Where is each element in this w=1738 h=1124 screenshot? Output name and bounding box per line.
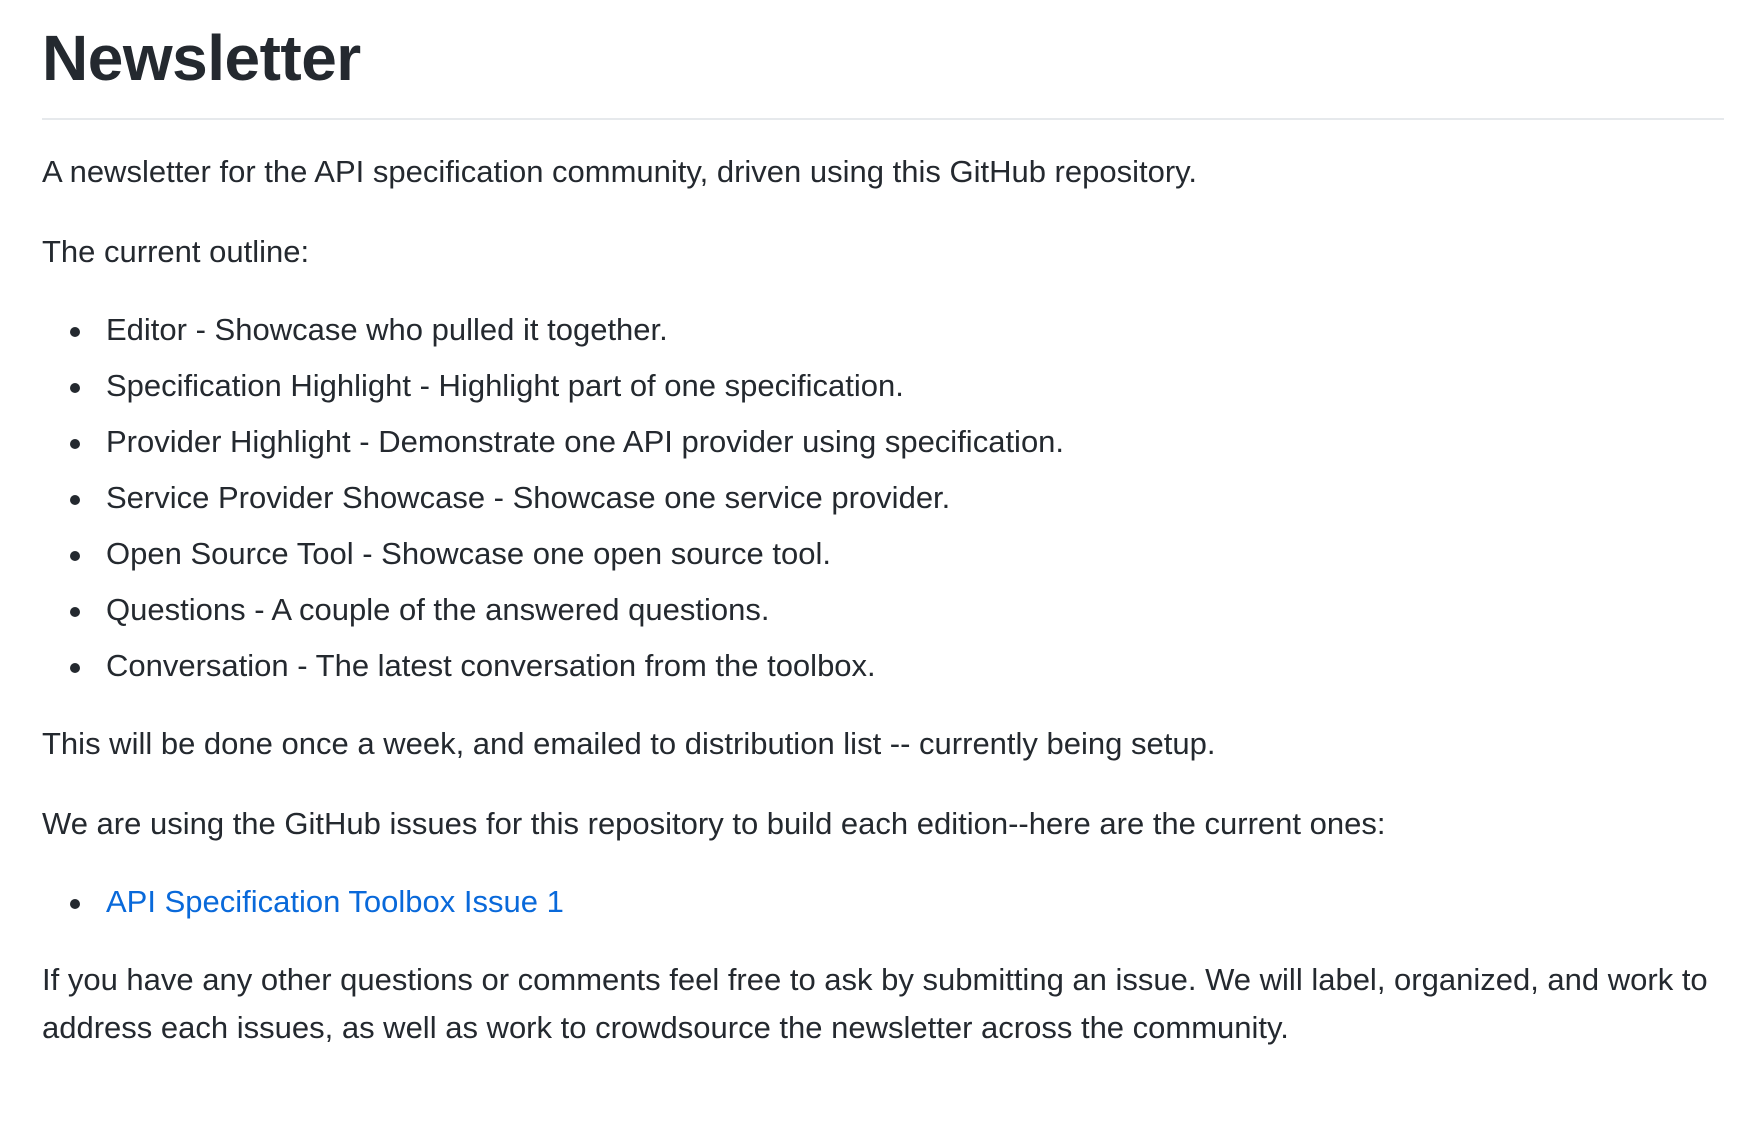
outline-heading: The current outline: <box>42 234 310 269</box>
schedule-paragraph: This will be done once a week, and email… <box>42 726 1216 761</box>
outline-item-questions: Questions - A couple of the answered que… <box>42 590 1724 630</box>
outline-item-provider-highlight: Provider Highlight - Demonstrate one API… <box>42 422 1724 462</box>
bullet-icon <box>70 607 80 617</box>
outline-item-specification-highlight: Specification Highlight - Highlight part… <box>42 366 1724 406</box>
outline-item-conversation: Conversation - The latest conversation f… <box>42 646 1724 686</box>
outline-item-label: Editor - Showcase who pulled it together… <box>106 312 668 347</box>
page-title: Newsletter <box>42 26 1724 120</box>
outline-item-label: Provider Highlight - Demonstrate one API… <box>106 424 1065 459</box>
bullet-icon <box>70 899 80 909</box>
bullet-icon <box>70 663 80 673</box>
outline-list: Editor - Showcase who pulled it together… <box>42 310 1724 686</box>
issues-list: API Specification Toolbox Issue 1 <box>42 882 1724 922</box>
closing-paragraph: If you have any other questions or comme… <box>42 962 1708 1045</box>
outline-item-open-source-tool: Open Source Tool - Showcase one open sou… <box>42 534 1724 574</box>
bullet-icon <box>70 495 80 505</box>
issue-1-link[interactable]: API Specification Toolbox Issue 1 <box>106 884 564 919</box>
intro-paragraph: A newsletter for the API specification c… <box>42 154 1197 189</box>
outline-item-label: Open Source Tool - Showcase one open sou… <box>106 536 831 571</box>
issue-list-item: API Specification Toolbox Issue 1 <box>42 882 1724 922</box>
outline-item-label: Specification Highlight - Highlight part… <box>106 368 904 403</box>
outline-item-editor: Editor - Showcase who pulled it together… <box>42 310 1724 350</box>
readme-content: Newsletter A newsletter for the API spec… <box>0 0 1738 1052</box>
outline-item-label: Service Provider Showcase - Showcase one… <box>106 480 951 515</box>
bullet-icon <box>70 383 80 393</box>
bullet-icon <box>70 551 80 561</box>
outline-item-service-provider-showcase: Service Provider Showcase - Showcase one… <box>42 478 1724 518</box>
outline-item-label: Conversation - The latest conversation f… <box>106 648 876 683</box>
issues-paragraph: We are using the GitHub issues for this … <box>42 806 1386 841</box>
outline-item-label: Questions - A couple of the answered que… <box>106 592 770 627</box>
bullet-icon <box>70 439 80 449</box>
bullet-icon <box>70 327 80 337</box>
